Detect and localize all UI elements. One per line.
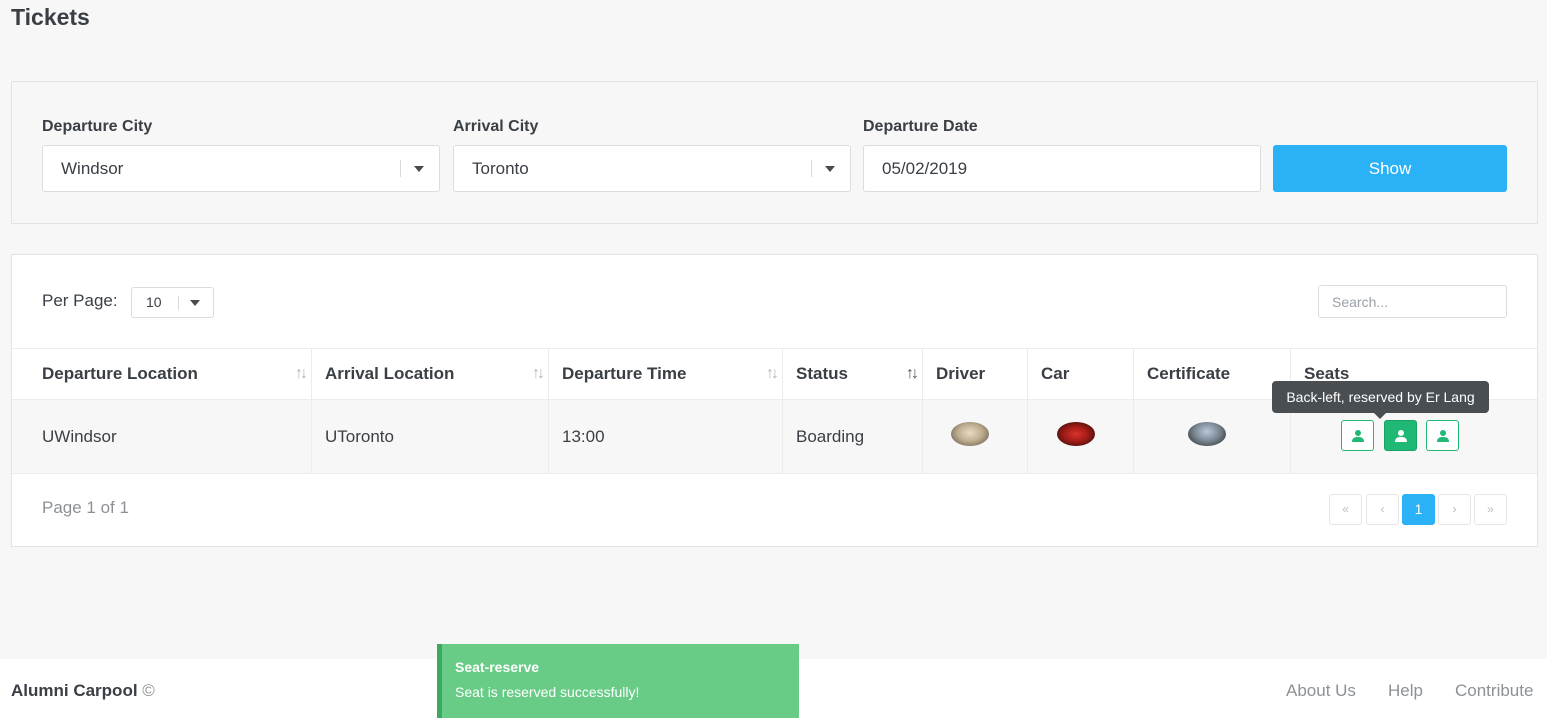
toast-message: Seat is reserved successfully!: [455, 684, 640, 700]
arrival-city-value: Toronto: [472, 159, 529, 178]
driver-avatar[interactable]: [951, 422, 989, 446]
sort-icon[interactable]: ↑↓: [532, 349, 545, 399]
copyright-symbol: ©: [142, 681, 155, 700]
person-icon: [1395, 430, 1407, 442]
sort-icon[interactable]: ↑↓: [906, 349, 919, 399]
column-header-car: Car: [1028, 349, 1134, 399]
show-button[interactable]: Show: [1273, 145, 1507, 192]
certificate-photo[interactable]: [1188, 422, 1226, 446]
column-header-departure-time[interactable]: Departure Time ↑↓: [549, 349, 783, 399]
seat-button-reserved[interactable]: [1384, 420, 1417, 451]
toast-title: Seat-reserve: [455, 659, 540, 675]
column-header-arrival-location[interactable]: Arrival Location ↑↓: [312, 349, 549, 399]
arrival-city-label: Arrival City: [453, 118, 539, 135]
select-separator: [178, 296, 179, 310]
tooltip-arrow: [1374, 413, 1386, 419]
chevron-down-icon: [414, 166, 424, 172]
pagination-first[interactable]: «: [1329, 494, 1362, 525]
search-input[interactable]: [1318, 285, 1507, 318]
page-info: Page 1 of 1: [42, 498, 129, 517]
select-separator: [811, 160, 812, 177]
seat-button-back-right[interactable]: [1426, 420, 1459, 451]
page-title: Tickets: [11, 4, 90, 30]
column-header-status[interactable]: Status ↑↓: [783, 349, 923, 399]
departure-city-label: Departure City: [42, 118, 153, 135]
sort-icon[interactable]: ↑↓: [766, 349, 779, 399]
seat-tooltip: Back-left, reserved by Er Lang: [1272, 381, 1489, 419]
cell-departure-location: UWindsor: [12, 400, 312, 474]
tickets-table-card: Per Page: 10 Departure Location↑↓ Arriva…: [11, 254, 1538, 547]
car-photo[interactable]: [1057, 422, 1095, 446]
cell-car: [1028, 400, 1134, 474]
select-separator: [400, 160, 401, 177]
cell-driver: [923, 400, 1028, 474]
cell-status: Boarding: [783, 400, 923, 474]
cell-arrival-location: UToronto: [312, 400, 549, 474]
cell-departure-time: 13:00: [549, 400, 783, 474]
column-header-departure-location[interactable]: Departure Location ↑↓: [12, 349, 312, 399]
chevron-down-icon: [825, 166, 835, 172]
departure-date-value: 05/02/2019: [882, 159, 968, 178]
departure-city-value: Windsor: [61, 159, 124, 178]
column-header-driver: Driver: [923, 349, 1028, 399]
footer-link-contribute[interactable]: Contribute: [1455, 681, 1533, 701]
per-page-value: 10: [146, 294, 162, 310]
success-toast[interactable]: Seat-reserve Seat is reserved successful…: [437, 644, 799, 718]
per-page-label: Per Page:: [42, 291, 118, 310]
pagination-next[interactable]: ›: [1438, 494, 1471, 525]
per-page-select[interactable]: 10: [131, 287, 214, 318]
pagination-last[interactable]: »: [1474, 494, 1507, 525]
arrival-city-select[interactable]: Toronto: [453, 145, 851, 192]
footer-link-help[interactable]: Help: [1388, 681, 1423, 701]
person-icon: [1352, 430, 1364, 442]
person-icon: [1437, 430, 1449, 442]
column-header-certificate: Certificate: [1134, 349, 1291, 399]
cell-certificate: [1134, 400, 1291, 474]
departure-city-select[interactable]: Windsor: [42, 145, 440, 192]
seat-button-back-left[interactable]: [1341, 420, 1374, 451]
pagination-prev[interactable]: ‹: [1366, 494, 1399, 525]
pagination-page-1[interactable]: 1: [1402, 494, 1435, 525]
sort-icon[interactable]: ↑↓: [295, 349, 308, 399]
departure-date-field[interactable]: 05/02/2019: [863, 145, 1261, 192]
footer-link-about-us[interactable]: About Us: [1286, 681, 1356, 701]
departure-date-label: Departure Date: [863, 118, 978, 135]
chevron-down-icon: [190, 300, 200, 306]
search-filter-panel: Departure City Windsor Arrival City Toro…: [11, 81, 1538, 224]
footer-brand: Alumni Carpool ©: [11, 681, 155, 700]
